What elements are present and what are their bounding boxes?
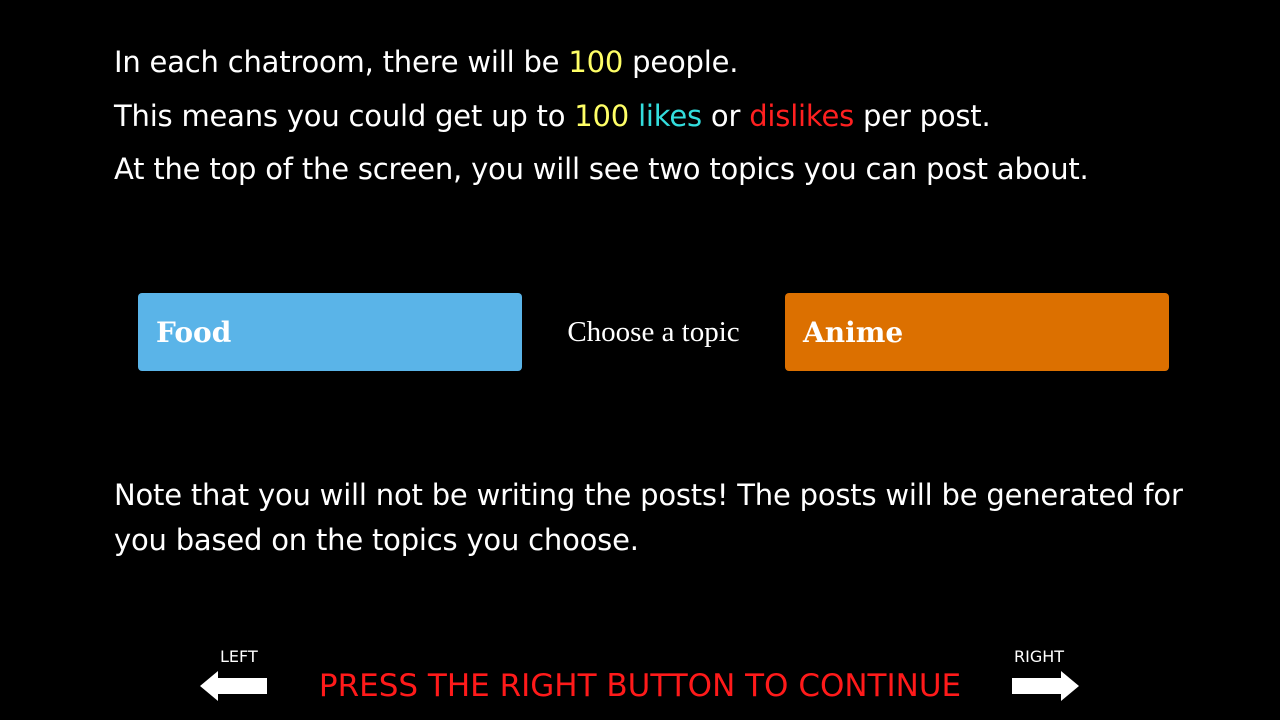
- right-label: RIGHT: [1014, 647, 1065, 666]
- people-count: 100: [568, 45, 624, 79]
- instruction-line-3: At the top of the screen, you will see t…: [114, 152, 1089, 186]
- likes-count: 100: [574, 99, 630, 133]
- topic-button-anime[interactable]: Anime: [785, 293, 1169, 371]
- topic-bar: Food Choose a topic Anime: [138, 293, 1170, 371]
- topic-button-food[interactable]: Food: [138, 293, 522, 371]
- instruction-line-2: This means you could get up to 100 likes…: [114, 98, 991, 134]
- note-text: Note that you will not be writing the po…: [114, 478, 1183, 557]
- choose-topic-prompt: Choose a topic: [567, 315, 740, 348]
- line2-suffix: per post.: [854, 99, 991, 133]
- continue-instruction: PRESS THE RIGHT BUTTON TO CONTINUE: [318, 668, 962, 704]
- topic-label-left: Food: [156, 315, 232, 349]
- line2-prefix: This means you could get up to: [114, 99, 575, 133]
- line1-prefix: In each chatroom, there will be: [114, 45, 569, 79]
- line2-or: or: [701, 99, 750, 133]
- left-arrow-icon: [200, 671, 267, 701]
- likes-word: likes: [638, 99, 702, 133]
- topic-label-right: Anime: [803, 315, 904, 349]
- line1-suffix: people.: [623, 45, 739, 79]
- right-arrow-icon: [1012, 671, 1079, 701]
- left-label: LEFT: [220, 647, 258, 666]
- instruction-line-1: In each chatroom, there will be 100 peop…: [114, 44, 738, 80]
- dislikes-word: dislikes: [749, 99, 855, 133]
